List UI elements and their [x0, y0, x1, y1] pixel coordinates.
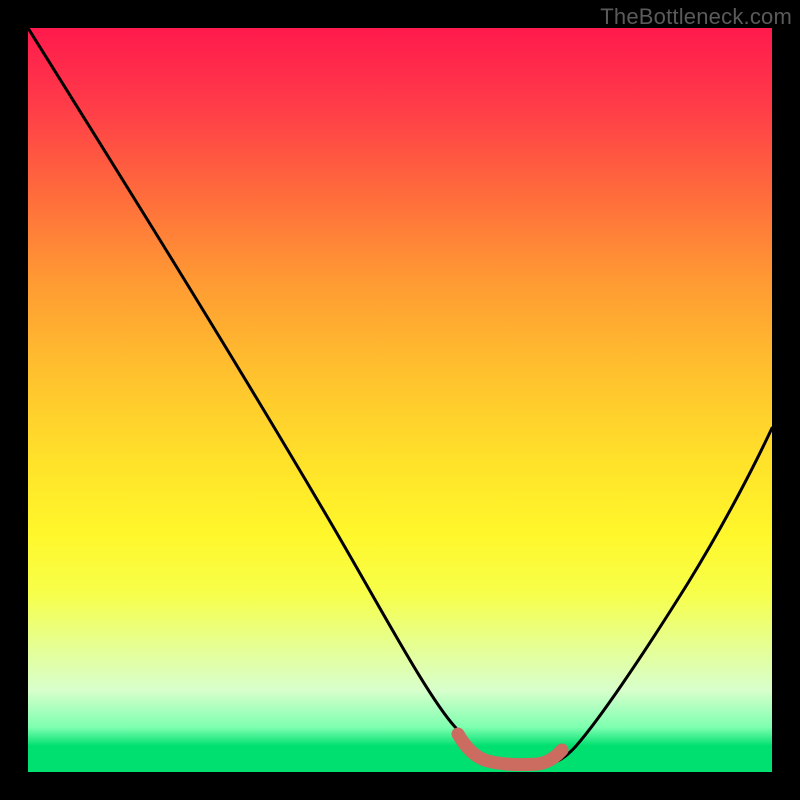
plot-area — [28, 28, 772, 772]
watermark-text: TheBottleneck.com — [600, 4, 792, 30]
bottleneck-curve — [28, 28, 772, 767]
curve-layer — [28, 28, 772, 772]
optimal-range-marker — [458, 734, 562, 765]
chart-frame: TheBottleneck.com — [0, 0, 800, 800]
